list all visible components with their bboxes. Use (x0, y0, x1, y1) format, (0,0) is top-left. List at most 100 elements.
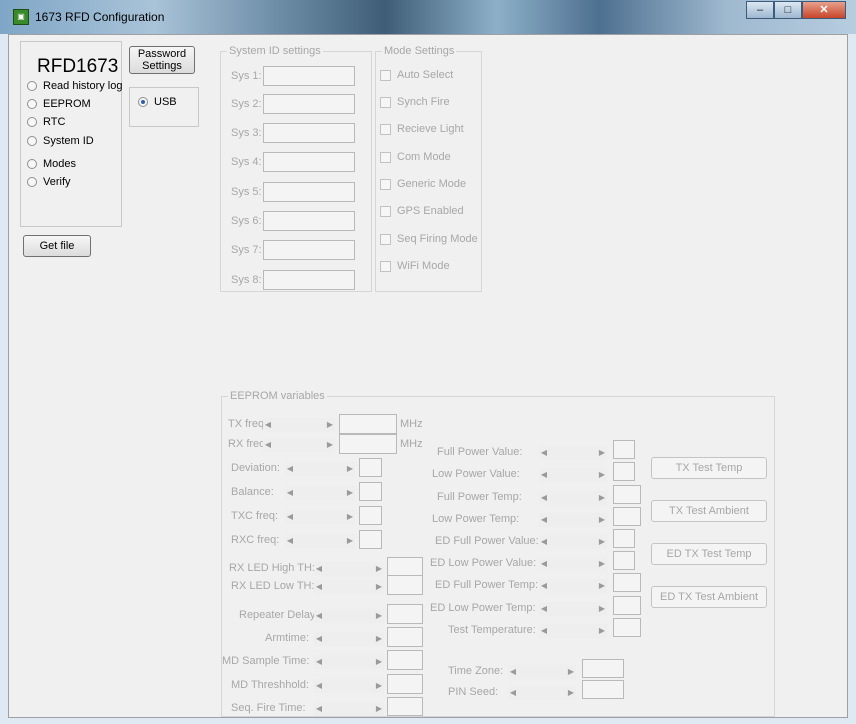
scroll-right-icon[interactable]: ▶ (597, 446, 607, 460)
balance-scrollbar[interactable]: ◀ ▶ (285, 486, 355, 500)
md-threshhold-scrollbar[interactable]: ◀ ▶ (314, 679, 384, 693)
com-mode-checkbox[interactable]: Com Mode (380, 151, 451, 163)
option-modes[interactable]: Modes (27, 158, 76, 170)
scroll-left-icon[interactable]: ◀ (285, 510, 295, 524)
tx-freq-scrollbar[interactable]: ◀ ▶ (263, 418, 335, 432)
scroll-right-icon[interactable]: ▶ (597, 513, 607, 527)
option-verify[interactable]: Verify (27, 176, 71, 188)
scroll-right-icon[interactable]: ▶ (374, 679, 384, 693)
maximize-button[interactable]: □ (774, 1, 802, 19)
scroll-left-icon[interactable]: ◀ (314, 580, 324, 594)
scroll-left-icon[interactable]: ◀ (539, 602, 549, 616)
rxc-freq-scrollbar[interactable]: ◀ ▶ (285, 534, 355, 548)
armtime-value[interactable] (387, 627, 423, 647)
usb-radio[interactable]: USB (138, 96, 177, 108)
scroll-right-icon[interactable]: ▶ (597, 624, 607, 638)
ed-full-power-temp-field[interactable] (613, 573, 641, 592)
low-power-temp-field[interactable] (613, 507, 641, 526)
scroll-left-icon[interactable]: ◀ (285, 534, 295, 548)
ed-full-power-value-field[interactable] (613, 529, 635, 548)
md-sample-time-scrollbar[interactable]: ◀ ▶ (314, 655, 384, 669)
generic-mode-checkbox[interactable]: Generic Mode (380, 178, 466, 190)
scroll-left-icon[interactable]: ◀ (539, 491, 549, 505)
pin-seed-field[interactable] (582, 680, 624, 699)
ed-low-power-temp-scrollbar[interactable]: ◀ ▶ (539, 602, 607, 616)
deviation-value[interactable] (359, 458, 382, 477)
sys6-field[interactable] (263, 211, 355, 231)
scroll-left-icon[interactable]: ◀ (285, 486, 295, 500)
scroll-left-icon[interactable]: ◀ (314, 609, 324, 623)
sys8-field[interactable] (263, 270, 355, 290)
repeater-delay-scrollbar[interactable]: ◀ ▶ (314, 609, 384, 623)
recieve-light-checkbox[interactable]: Recieve Light (380, 123, 464, 135)
ed-low-power-value-field[interactable] (613, 551, 635, 570)
option-eeprom[interactable]: EEPROM (27, 98, 91, 110)
scroll-left-icon[interactable]: ◀ (539, 624, 549, 638)
scroll-left-icon[interactable]: ◀ (539, 468, 549, 482)
synch-fire-checkbox[interactable]: Synch Fire (380, 96, 450, 108)
repeater-delay-value[interactable] (387, 604, 423, 624)
scroll-right-icon[interactable]: ▶ (597, 557, 607, 571)
rx-led-low-value[interactable] (387, 575, 423, 595)
md-threshhold-value[interactable] (387, 674, 423, 694)
deviation-scrollbar[interactable]: ◀ ▶ (285, 462, 355, 476)
scroll-right-icon[interactable]: ▶ (345, 510, 355, 524)
scroll-right-icon[interactable]: ▶ (374, 580, 384, 594)
tx-freq-value[interactable] (339, 414, 397, 434)
scroll-right-icon[interactable]: ▶ (374, 655, 384, 669)
scroll-right-icon[interactable]: ▶ (597, 535, 607, 549)
ed-low-power-value-scrollbar[interactable]: ◀ ▶ (539, 557, 607, 571)
full-power-value-field[interactable] (613, 440, 635, 459)
sys5-field[interactable] (263, 182, 355, 202)
balance-value[interactable] (359, 482, 382, 501)
seq-fire-time-scrollbar[interactable]: ◀ ▶ (314, 702, 384, 716)
scroll-left-icon[interactable]: ◀ (314, 655, 324, 669)
scroll-right-icon[interactable]: ▶ (374, 702, 384, 716)
auto-select-checkbox[interactable]: Auto Select (380, 69, 453, 81)
scroll-right-icon[interactable]: ▶ (597, 602, 607, 616)
wifi-mode-checkbox[interactable]: WiFi Mode (380, 260, 450, 272)
rx-led-high-value[interactable] (387, 557, 423, 577)
txc-freq-scrollbar[interactable]: ◀ ▶ (285, 510, 355, 524)
scroll-right-icon[interactable]: ▶ (345, 534, 355, 548)
full-power-value-scrollbar[interactable]: ◀ ▶ (539, 446, 607, 460)
scroll-left-icon[interactable]: ◀ (539, 513, 549, 527)
scroll-right-icon[interactable]: ▶ (374, 562, 384, 576)
scroll-left-icon[interactable]: ◀ (508, 686, 518, 700)
password-settings-button[interactable]: Password Settings (129, 46, 195, 74)
ed-tx-test-ambient-button[interactable]: ED TX Test Ambient (651, 586, 767, 608)
tx-test-temp-button[interactable]: TX Test Temp (651, 457, 767, 479)
option-system-id[interactable]: System ID (27, 135, 94, 147)
test-temperature-field[interactable] (613, 618, 641, 637)
scroll-left-icon[interactable]: ◀ (539, 446, 549, 460)
rx-led-high-scrollbar[interactable]: ◀ ▶ (314, 562, 384, 576)
tx-test-ambient-button[interactable]: TX Test Ambient (651, 500, 767, 522)
scroll-right-icon[interactable]: ▶ (345, 486, 355, 500)
ed-full-power-value-scrollbar[interactable]: ◀ ▶ (539, 535, 607, 549)
scroll-right-icon[interactable]: ▶ (597, 468, 607, 482)
scroll-right-icon[interactable]: ▶ (374, 609, 384, 623)
sys7-field[interactable] (263, 240, 355, 260)
scroll-left-icon[interactable]: ◀ (539, 557, 549, 571)
scroll-left-icon[interactable]: ◀ (539, 579, 549, 593)
full-power-temp-scrollbar[interactable]: ◀ ▶ (539, 491, 607, 505)
txc-freq-value[interactable] (359, 506, 382, 525)
time-zone-scrollbar[interactable]: ◀ ▶ (508, 665, 576, 679)
sys1-field[interactable] (263, 66, 355, 86)
rx-freq-scrollbar[interactable]: ◀ ▶ (263, 438, 335, 452)
scroll-left-icon[interactable]: ◀ (314, 702, 324, 716)
scroll-right-icon[interactable]: ▶ (566, 686, 576, 700)
low-power-temp-scrollbar[interactable]: ◀ ▶ (539, 513, 607, 527)
rxc-freq-value[interactable] (359, 530, 382, 549)
option-read-history-log[interactable]: Read history log (27, 80, 123, 92)
rx-freq-value[interactable] (339, 434, 397, 454)
scroll-right-icon[interactable]: ▶ (325, 438, 335, 452)
time-zone-field[interactable] (582, 659, 624, 678)
minimize-button[interactable]: – (746, 1, 774, 19)
scroll-left-icon[interactable]: ◀ (314, 632, 324, 646)
scroll-left-icon[interactable]: ◀ (539, 535, 549, 549)
sys2-field[interactable] (263, 94, 355, 114)
seq-firing-mode-checkbox[interactable]: Seq Firing Mode (380, 233, 478, 245)
ed-tx-test-temp-button[interactable]: ED TX Test Temp (651, 543, 767, 565)
scroll-right-icon[interactable]: ▶ (597, 579, 607, 593)
